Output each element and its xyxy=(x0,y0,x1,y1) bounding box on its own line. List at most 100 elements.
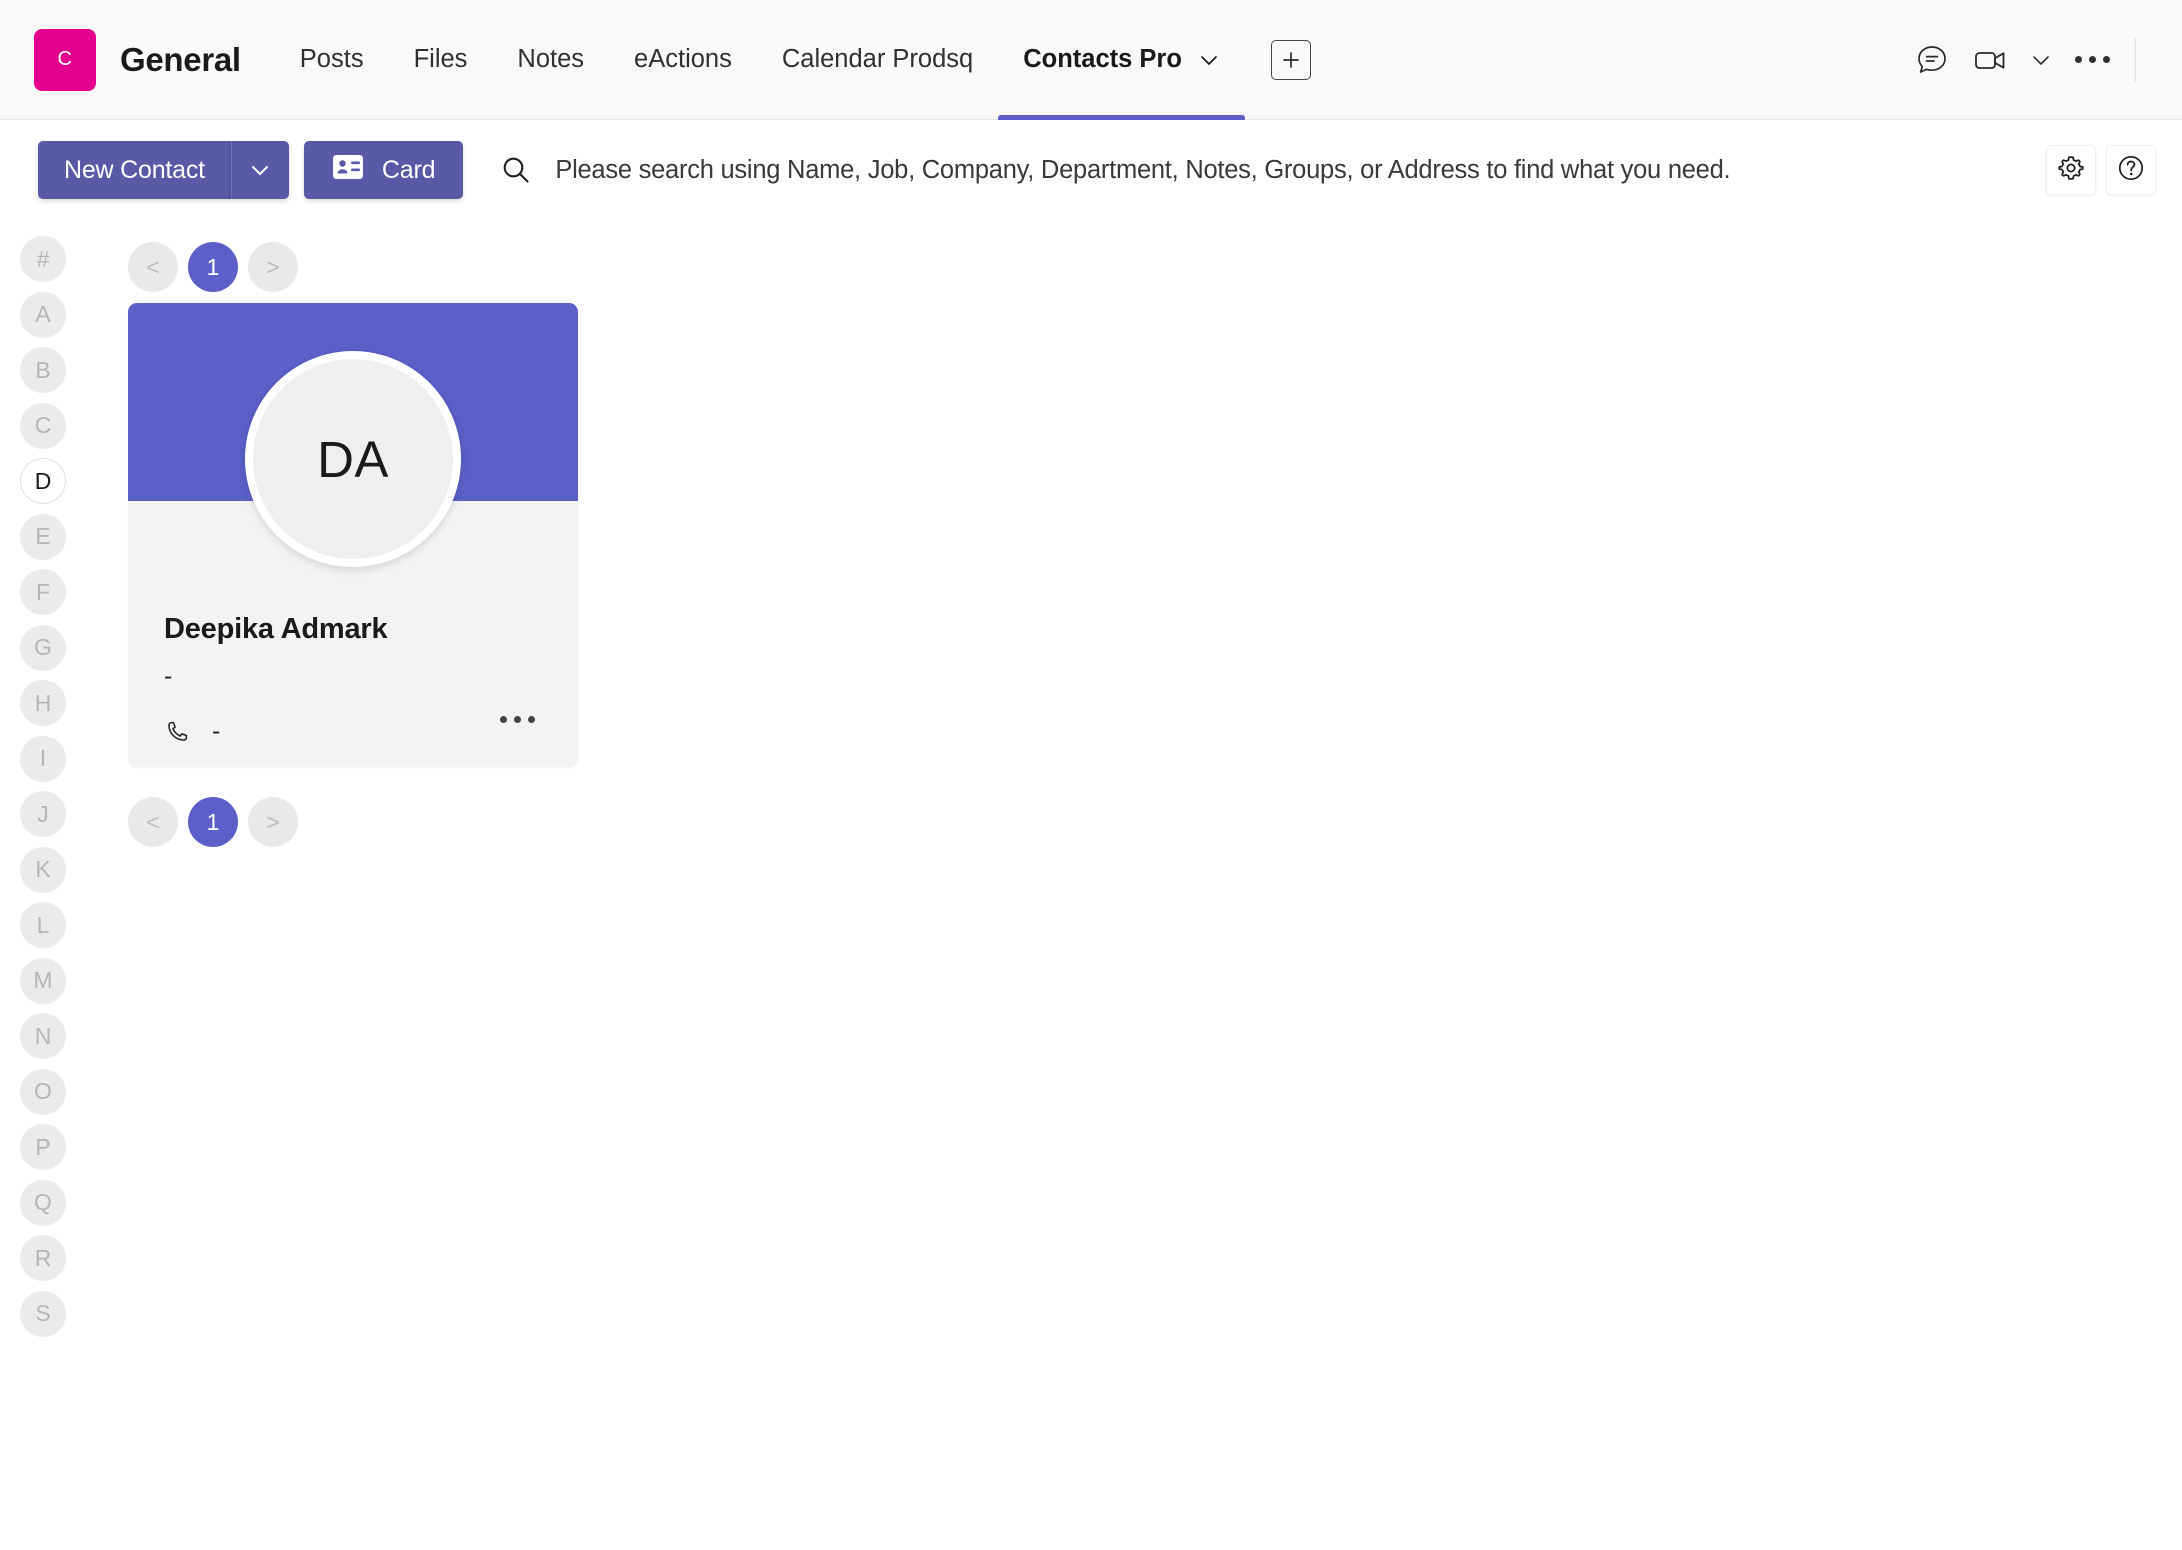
video-camera-icon[interactable] xyxy=(1961,31,2019,89)
chat-bubble-icon[interactable] xyxy=(1903,31,1961,89)
team-avatar[interactable]: C xyxy=(34,28,96,91)
alpha-filter-label: D xyxy=(34,467,52,494)
alphabet-filter-rail: # A B C D E F G H I J K L M N O P Q R S xyxy=(0,220,86,1550)
card-view-label: Card xyxy=(381,155,436,184)
video-options-chevron-down-icon[interactable] xyxy=(2019,31,2063,89)
pagination-bottom: < 1 > xyxy=(128,791,2182,853)
tab-posts[interactable]: Posts xyxy=(275,0,389,120)
new-contact-dropdown-button[interactable] xyxy=(230,141,289,199)
pagination-page-1-button[interactable]: 1 xyxy=(188,797,238,847)
search-input[interactable] xyxy=(555,140,2022,200)
alpha-filter-label: N xyxy=(34,1022,52,1049)
alpha-filter-h[interactable]: H xyxy=(20,680,66,726)
alpha-filter-r[interactable]: R xyxy=(20,1235,66,1281)
alpha-filter-label: J xyxy=(37,800,49,827)
header-divider xyxy=(2135,37,2136,82)
app-header: C General Posts Files Notes eActions Cal… xyxy=(0,0,2182,120)
alpha-filter-label: F xyxy=(35,578,51,605)
alpha-filter-label: G xyxy=(34,634,52,660)
settings-button[interactable] xyxy=(2046,145,2096,195)
alpha-filter-i[interactable]: I xyxy=(20,735,66,782)
tab-label: Notes xyxy=(517,45,585,73)
alpha-filter-d[interactable]: D xyxy=(20,458,66,504)
alpha-filter-label: A xyxy=(35,301,51,327)
contact-phone-row: - xyxy=(164,717,542,746)
alpha-filter-c[interactable]: C xyxy=(20,402,66,449)
avatar: DA xyxy=(245,351,461,567)
add-tab-button[interactable] xyxy=(1270,39,1311,80)
alpha-filter-label: O xyxy=(34,1078,52,1104)
pagination-prev-button[interactable]: < xyxy=(128,797,178,847)
team-avatar-letter: C xyxy=(57,48,73,70)
tab-files[interactable]: Files xyxy=(389,0,493,120)
alpha-filter-k[interactable]: K xyxy=(20,846,66,893)
contact-cards-grid: DA Deepika Admark - - xyxy=(128,303,2182,767)
toolbar-right-actions xyxy=(2046,145,2156,195)
pagination-next-button[interactable]: > xyxy=(248,242,298,292)
alpha-filter-label: R xyxy=(34,1244,52,1271)
alpha-filter-j[interactable]: J xyxy=(20,791,66,837)
alpha-filter-o[interactable]: O xyxy=(20,1068,66,1115)
header-actions xyxy=(1903,31,2150,89)
alpha-filter-hash[interactable]: # xyxy=(20,236,66,282)
chevron-down-icon[interactable] xyxy=(1198,49,1220,71)
dot xyxy=(527,715,535,723)
page-title: General xyxy=(120,40,241,78)
dot xyxy=(499,715,507,723)
alpha-filter-l[interactable]: L xyxy=(20,902,66,948)
tab-label: eActions xyxy=(634,45,732,73)
contact-job-title: - xyxy=(164,662,173,690)
alpha-filter-label: C xyxy=(34,412,52,438)
alpha-filter-label: Q xyxy=(34,1189,52,1215)
alpha-filter-label: I xyxy=(39,745,47,771)
contact-more-options-button[interactable] xyxy=(494,701,540,737)
pagination-prev-button[interactable]: < xyxy=(128,242,178,292)
alpha-filter-label: B xyxy=(35,356,51,383)
pagination-next-button[interactable]: > xyxy=(248,797,298,847)
alpha-filter-label: S xyxy=(35,1300,51,1326)
alpha-filter-q[interactable]: Q xyxy=(20,1179,66,1226)
alpha-filter-b[interactable]: B xyxy=(20,347,66,393)
search-icon xyxy=(499,153,533,187)
tab-contacts-pro[interactable]: Contacts Pro xyxy=(998,0,1245,120)
alpha-filter-n[interactable]: N xyxy=(20,1013,66,1059)
tab-notes[interactable]: Notes xyxy=(492,0,609,120)
alpha-filter-s[interactable]: S xyxy=(20,1290,66,1337)
contact-name: Deepika Admark xyxy=(164,613,388,645)
tab-label: Files xyxy=(413,45,468,73)
card-banner: DA xyxy=(128,303,578,567)
gear-icon xyxy=(2056,153,2086,188)
pagination-top: < 1 > xyxy=(128,236,2182,298)
alpha-filter-a[interactable]: A xyxy=(20,291,66,338)
alpha-filter-label: M xyxy=(33,967,53,993)
avatar-initials: DA xyxy=(317,430,389,488)
contacts-body: # A B C D E F G H I J K L M N O P Q R S < 1 > DA Deepika Ad… xyxy=(0,220,2182,1550)
alpha-filter-f[interactable]: F xyxy=(20,569,66,615)
tab-eactions[interactable]: eActions xyxy=(609,0,757,120)
new-contact-button[interactable]: New Contact xyxy=(38,141,231,199)
alpha-filter-e[interactable]: E xyxy=(20,513,66,560)
alpha-filter-m[interactable]: M xyxy=(20,957,66,1004)
alpha-filter-label: # xyxy=(36,245,50,272)
pagination-page-1-button[interactable]: 1 xyxy=(188,242,238,292)
contact-phone-value: - xyxy=(212,717,221,745)
more-options-icon[interactable] xyxy=(2063,31,2121,89)
tab-label: Calendar Prodsq xyxy=(781,45,974,73)
new-contact-button-group: New Contact xyxy=(38,141,289,199)
help-button[interactable] xyxy=(2106,145,2156,195)
alpha-filter-g[interactable]: G xyxy=(20,624,66,671)
alpha-filter-label: K xyxy=(35,856,51,882)
contact-card[interactable]: DA Deepika Admark - - xyxy=(128,303,578,767)
dot xyxy=(2102,56,2110,63)
search-bar xyxy=(499,140,2022,200)
tab-calendar-prodsq[interactable]: Calendar Prodsq xyxy=(757,0,998,120)
alpha-filter-p[interactable]: P xyxy=(20,1124,66,1170)
tab-label: Contacts Pro xyxy=(1023,45,1182,73)
alpha-filter-label: H xyxy=(34,689,52,716)
alpha-filter-label: E xyxy=(35,523,51,549)
chevron-down-icon xyxy=(252,166,269,175)
card-view-button[interactable]: Card xyxy=(303,141,464,199)
phone-icon xyxy=(164,719,192,745)
contacts-toolbar: New Contact Card xyxy=(0,120,2182,220)
dot xyxy=(2074,56,2082,63)
